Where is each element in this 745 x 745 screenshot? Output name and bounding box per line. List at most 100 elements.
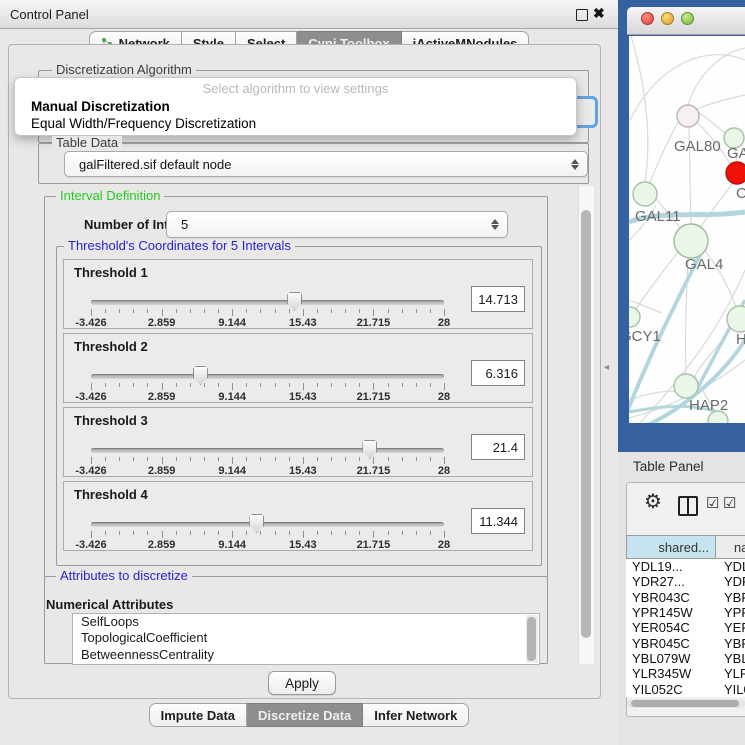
table-row[interactable]: YIL052CYIL0: [626, 681, 745, 696]
cell-name[interactable]: YDL1: [716, 559, 745, 574]
cell-shared-name[interactable]: YIL052C: [626, 682, 716, 697]
mac-close-icon[interactable]: [641, 12, 654, 25]
threshold-1-value-field[interactable]: 14.713: [471, 286, 525, 312]
table-row[interactable]: YBR045CYBR0: [626, 635, 745, 650]
column-header-name[interactable]: na: [716, 535, 745, 559]
popup-option-manual-discretization[interactable]: Manual Discretization: [15, 99, 576, 116]
network-canvas[interactable]: GAL80GACGAL11GAL4GCY1HHAP2: [629, 36, 745, 423]
main-scrollbar-thumb[interactable]: [581, 210, 591, 638]
tab-impute-data[interactable]: Impute Data: [149, 703, 247, 727]
numerical-attributes-label: Numerical Attributes: [46, 597, 173, 612]
cell-shared-name[interactable]: YDL19...: [626, 559, 716, 574]
list-scrollbar-thumb[interactable]: [527, 617, 536, 661]
table-panel-title: Table Panel: [633, 459, 704, 474]
number-of-intervals-combobox[interactable]: 5: [166, 211, 508, 238]
horizontal-scrollbar-thumb[interactable]: [631, 700, 739, 707]
table-row[interactable]: YDL19...YDL1: [626, 559, 745, 574]
table-data-combobox[interactable]: galFiltered.sif default node: [64, 151, 588, 177]
threshold-3-value-field[interactable]: 21.4: [471, 434, 525, 460]
slider-scale-labels: -3.4262.8599.14415.4321.71528: [91, 539, 444, 550]
threshold-2-value-field[interactable]: 6.316: [471, 360, 525, 386]
thresholds-group-label: Threshold's Coordinates for 5 Intervals: [64, 239, 295, 253]
close-icon[interactable]: ✖: [593, 5, 605, 22]
cell-shared-name[interactable]: YBR045C: [626, 636, 716, 651]
cell-name[interactable]: YBR0: [716, 636, 745, 651]
tick-label: 15.43: [289, 539, 317, 551]
tick-label: 15.43: [289, 465, 317, 477]
slider-ticks: [91, 309, 444, 317]
tab-discretize-data[interactable]: Discretize Data: [247, 703, 363, 727]
cell-shared-name[interactable]: YLR345W: [626, 666, 716, 681]
table-row[interactable]: YLR345WYLR3: [626, 666, 745, 681]
network-node[interactable]: [726, 162, 745, 184]
discretization-algorithm-label: Discretization Algorithm: [52, 63, 196, 77]
tick-label: 9.144: [218, 391, 246, 403]
cell-name[interactable]: YPR1: [716, 605, 745, 620]
algorithm-popup-hint: Select algorithm to view settings: [15, 81, 576, 99]
checkbox-icon[interactable]: ☑: [723, 494, 736, 512]
table-row[interactable]: YER054CYER0: [626, 620, 745, 635]
table-row[interactable]: YBL079WYBL0: [626, 651, 745, 666]
combo-spinner-icon: [570, 159, 579, 170]
list-item[interactable]: TopologicalCoefficient: [73, 630, 539, 646]
list-scrollbar[interactable]: [526, 615, 538, 663]
cell-name[interactable]: YBL0: [716, 651, 745, 666]
cell-name[interactable]: YIL0: [716, 682, 745, 697]
tick-label: 21.715: [357, 317, 391, 329]
cell-shared-name[interactable]: YPR145W: [626, 605, 716, 620]
tick-label: 21.715: [357, 391, 391, 403]
node-label: H: [736, 331, 745, 348]
float-window-icon[interactable]: [576, 9, 588, 21]
slider-ticks: [91, 383, 444, 391]
cell-name[interactable]: YBR0: [716, 590, 745, 605]
table-row[interactable]: YPR145WYPR1: [626, 605, 745, 620]
tick-label: 15.43: [289, 391, 317, 403]
mac-zoom-icon[interactable]: [681, 12, 694, 25]
numerical-attributes-list[interactable]: SelfLoopsTopologicalCoefficientBetweenne…: [72, 613, 540, 665]
list-item[interactable]: BetweennessCentrality: [73, 647, 539, 663]
tick-label: 9.144: [218, 539, 246, 551]
network-node[interactable]: [633, 182, 657, 206]
checkbox-icon[interactable]: ☑: [706, 494, 719, 512]
node-label: C: [736, 185, 745, 202]
tick-label: 28: [438, 465, 450, 477]
table-row[interactable]: YBR043CYBR0: [626, 590, 745, 605]
popup-option-equal-width-frequency[interactable]: Equal Width/Frequency Discretization: [15, 116, 576, 133]
tick-label: 21.715: [357, 539, 391, 551]
network-node[interactable]: [629, 307, 640, 327]
node-label: GAL80: [674, 138, 721, 155]
threshold-4-value-field[interactable]: 11.344: [471, 508, 525, 534]
threshold-2-slider[interactable]: [91, 374, 444, 379]
slider-scale-labels: -3.4262.8599.14415.4321.71528: [91, 465, 444, 476]
cell-shared-name[interactable]: YDR27...: [626, 574, 716, 589]
threshold-1-slider[interactable]: [91, 300, 444, 305]
main-scrollbar[interactable]: [578, 186, 594, 664]
cell-name[interactable]: YDR2: [716, 574, 745, 589]
node-label: GCY1: [629, 328, 661, 345]
tab-infer-network[interactable]: Infer Network: [363, 703, 469, 727]
cell-shared-name[interactable]: YBR043C: [626, 590, 716, 605]
gear-icon[interactable]: ⚙: [644, 492, 662, 512]
bottom-tab-bar: Impute Data Discretize Data Infer Networ…: [0, 703, 618, 727]
list-item[interactable]: SelfLoops: [73, 614, 539, 630]
apply-button[interactable]: Apply: [268, 671, 336, 695]
column-header-shared[interactable]: shared...: [626, 535, 716, 559]
threshold-3-slider[interactable]: [91, 448, 444, 453]
tick-label: -3.426: [75, 539, 106, 551]
control-panel-titlebar: Control Panel: [0, 0, 618, 29]
cell-name[interactable]: YLR3: [716, 666, 745, 681]
cell-shared-name[interactable]: YBL079W: [626, 651, 716, 666]
threshold-4-slider[interactable]: [91, 522, 444, 527]
network-node[interactable]: [674, 374, 698, 398]
splitter-collapse-icon[interactable]: ◂: [604, 362, 609, 373]
network-node[interactable]: [677, 105, 699, 127]
table-row[interactable]: YDR27...YDR2: [626, 574, 745, 589]
columns-icon[interactable]: [678, 496, 698, 516]
cell-name[interactable]: YER0: [716, 620, 745, 635]
app-root: Control Panel ✖ Network Style Select Cyn…: [0, 0, 745, 745]
tick-label: 28: [438, 391, 450, 403]
cell-shared-name[interactable]: YER054C: [626, 620, 716, 635]
mac-minimize-icon[interactable]: [661, 12, 674, 25]
horizontal-scrollbar[interactable]: [627, 699, 745, 708]
network-node[interactable]: [674, 224, 708, 258]
